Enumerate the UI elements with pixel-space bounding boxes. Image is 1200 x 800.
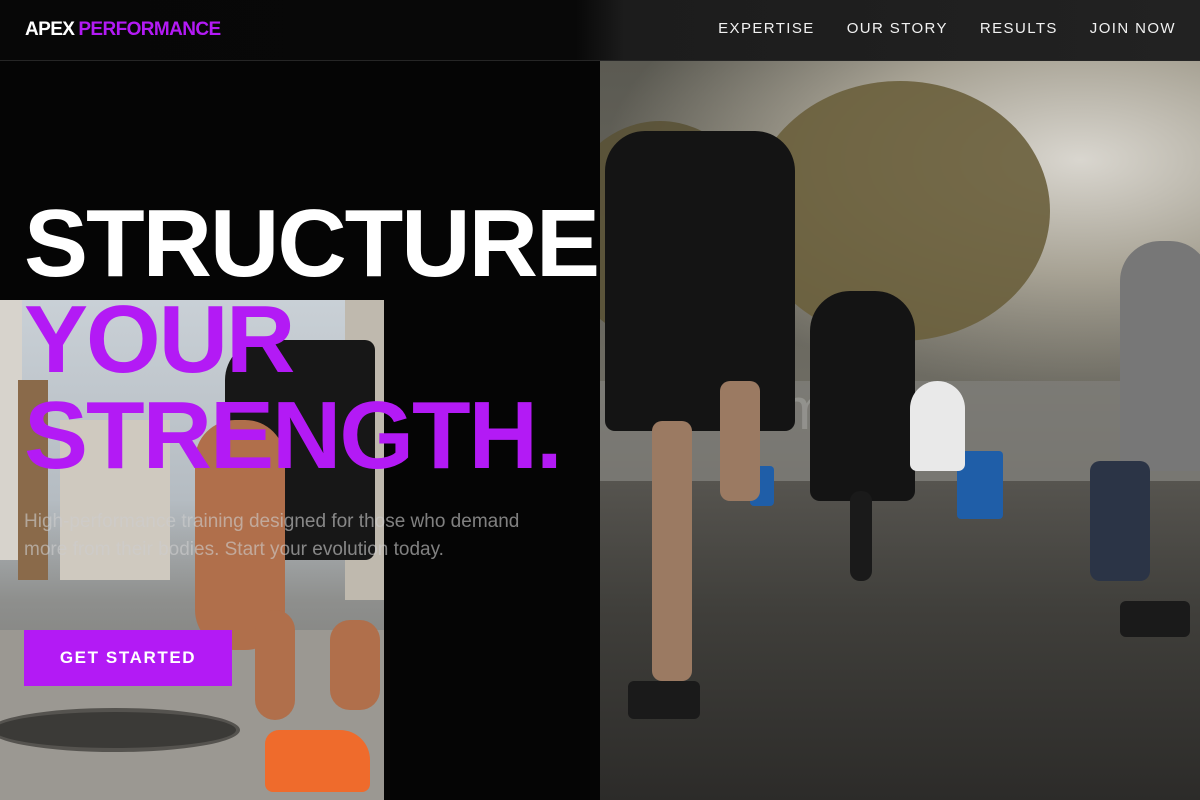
runner-leg: [1090, 461, 1150, 581]
runner-leg: [652, 421, 692, 681]
get-started-button[interactable]: GET STARTED: [24, 630, 232, 686]
nav-item-results[interactable]: RESULTS: [980, 20, 1058, 37]
runner-figure: [1120, 241, 1200, 471]
brand-name-performance: PERFORMANCE: [78, 19, 221, 40]
runner-figure: [605, 131, 795, 431]
runner-shoe: [628, 681, 700, 719]
hero-line-your: YOUR: [24, 286, 295, 393]
runner-shoe: [1120, 601, 1190, 637]
brand-name-apex: APEX: [25, 19, 75, 40]
group-running-drills-image: template: [600, 61, 1200, 800]
hero-heading: STRUCTURE YOUR STRENGTH.: [24, 190, 600, 489]
runner-leg: [850, 491, 872, 581]
brand-logo[interactable]: APEX PERFORMANCE: [25, 19, 221, 41]
athlete-sneaker: [265, 730, 370, 792]
nav-item-join-now[interactable]: JOIN NOW: [1090, 20, 1176, 37]
site-header: APEX PERFORMANCE EXPERTISE OUR STORY RESU…: [0, 0, 1200, 61]
hero-subtitle: High-performance training designed for t…: [24, 511, 520, 560]
hero-line-strength: STRENGTH.: [24, 382, 563, 489]
nav-item-our-story[interactable]: OUR STORY: [847, 20, 948, 37]
hero-line-structure: STRUCTURE: [24, 190, 600, 297]
nav-item-expertise[interactable]: EXPERTISE: [718, 20, 815, 37]
photo-manhole: [0, 708, 240, 752]
athlete-arm: [255, 610, 295, 720]
main-nav: EXPERTISE OUR STORY RESULTS JOIN NOW: [718, 20, 1176, 37]
runner-leg: [720, 381, 760, 501]
runner-figure: [910, 381, 965, 471]
athlete-arm: [330, 620, 380, 710]
runner-figure: [810, 291, 915, 501]
